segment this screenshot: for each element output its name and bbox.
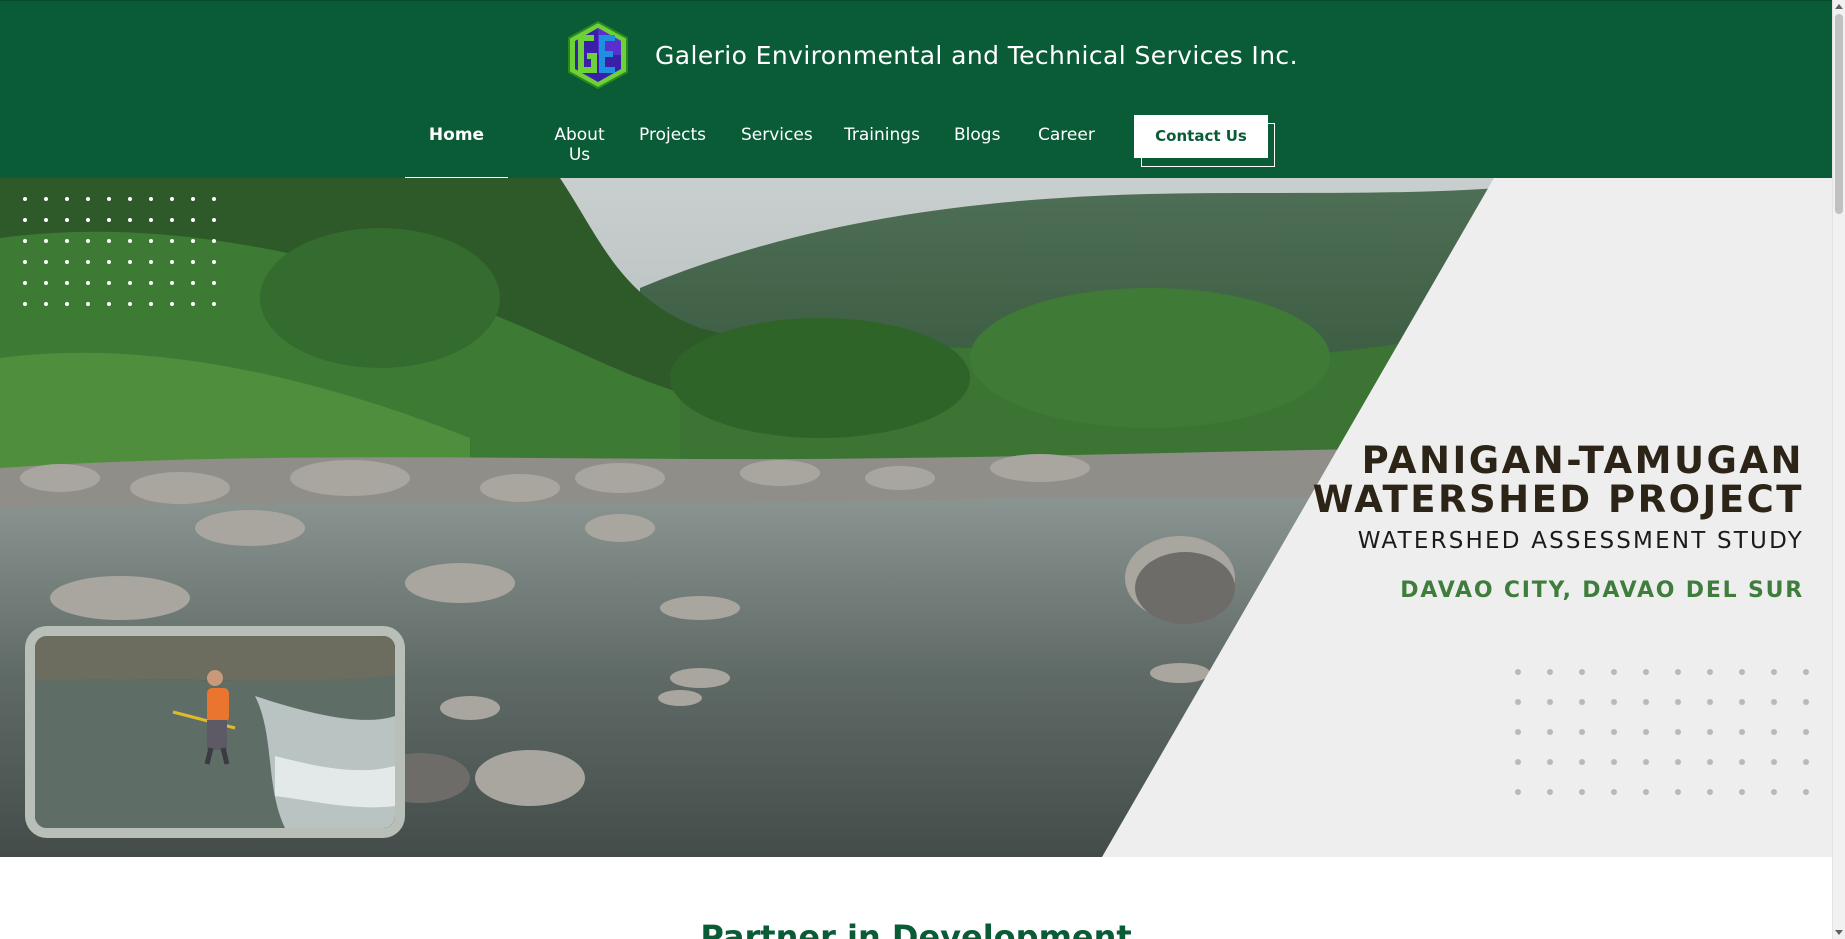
- contact-wrap: Contact Us: [1134, 115, 1275, 167]
- nav-projects[interactable]: Projects: [639, 113, 706, 179]
- nav-trainings[interactable]: Trainings: [844, 113, 920, 179]
- page: Galerio Environmental and Technical Serv…: [0, 0, 1832, 939]
- scroll-up-arrow-icon[interactable]: [1835, 4, 1843, 9]
- inset-field-worker-photo: [25, 626, 405, 838]
- field-worker-photo: [35, 636, 395, 828]
- main-nav: Home About Us Projects Services Training…: [405, 113, 1275, 179]
- scrollbar-thumb[interactable]: [1835, 14, 1843, 214]
- hero-title-line2: WATERSHED PROJECT: [1312, 477, 1804, 521]
- contact-us-button[interactable]: Contact Us: [1134, 115, 1268, 158]
- partner-section-title: Partner in Development: [700, 918, 1132, 939]
- ge-logo-icon[interactable]: [565, 20, 631, 90]
- hero-location: DAVAO CITY, DAVAO DEL SUR: [1400, 577, 1804, 603]
- nav-home[interactable]: Home: [405, 113, 508, 179]
- hero-subtitle: WATERSHED ASSESSMENT STUDY: [1357, 527, 1804, 554]
- hero-title-line1: PANIGAN-TAMUGAN: [1361, 439, 1804, 482]
- site-title: Galerio Environmental and Technical Serv…: [655, 40, 1298, 70]
- page-scrollbar[interactable]: [1832, 0, 1845, 939]
- brand[interactable]: Galerio Environmental and Technical Serv…: [565, 19, 1298, 91]
- grey-dot-pattern: [1515, 669, 1809, 795]
- hero-text-block: PANIGAN-TAMUGAN WATERSHED PROJECT WATERS…: [1312, 439, 1804, 603]
- site-header: Galerio Environmental and Technical Serv…: [0, 0, 1832, 179]
- hero-banner: PANIGAN-TAMUGAN WATERSHED PROJECT WATERS…: [0, 178, 1832, 857]
- scroll-down-arrow-icon[interactable]: [1835, 930, 1843, 935]
- nav-career[interactable]: Career: [1038, 113, 1095, 179]
- nav-about-us[interactable]: About Us: [548, 113, 611, 179]
- nav-services[interactable]: Services: [741, 113, 813, 179]
- white-dot-pattern: [23, 197, 216, 306]
- nav-blogs[interactable]: Blogs: [954, 113, 1000, 179]
